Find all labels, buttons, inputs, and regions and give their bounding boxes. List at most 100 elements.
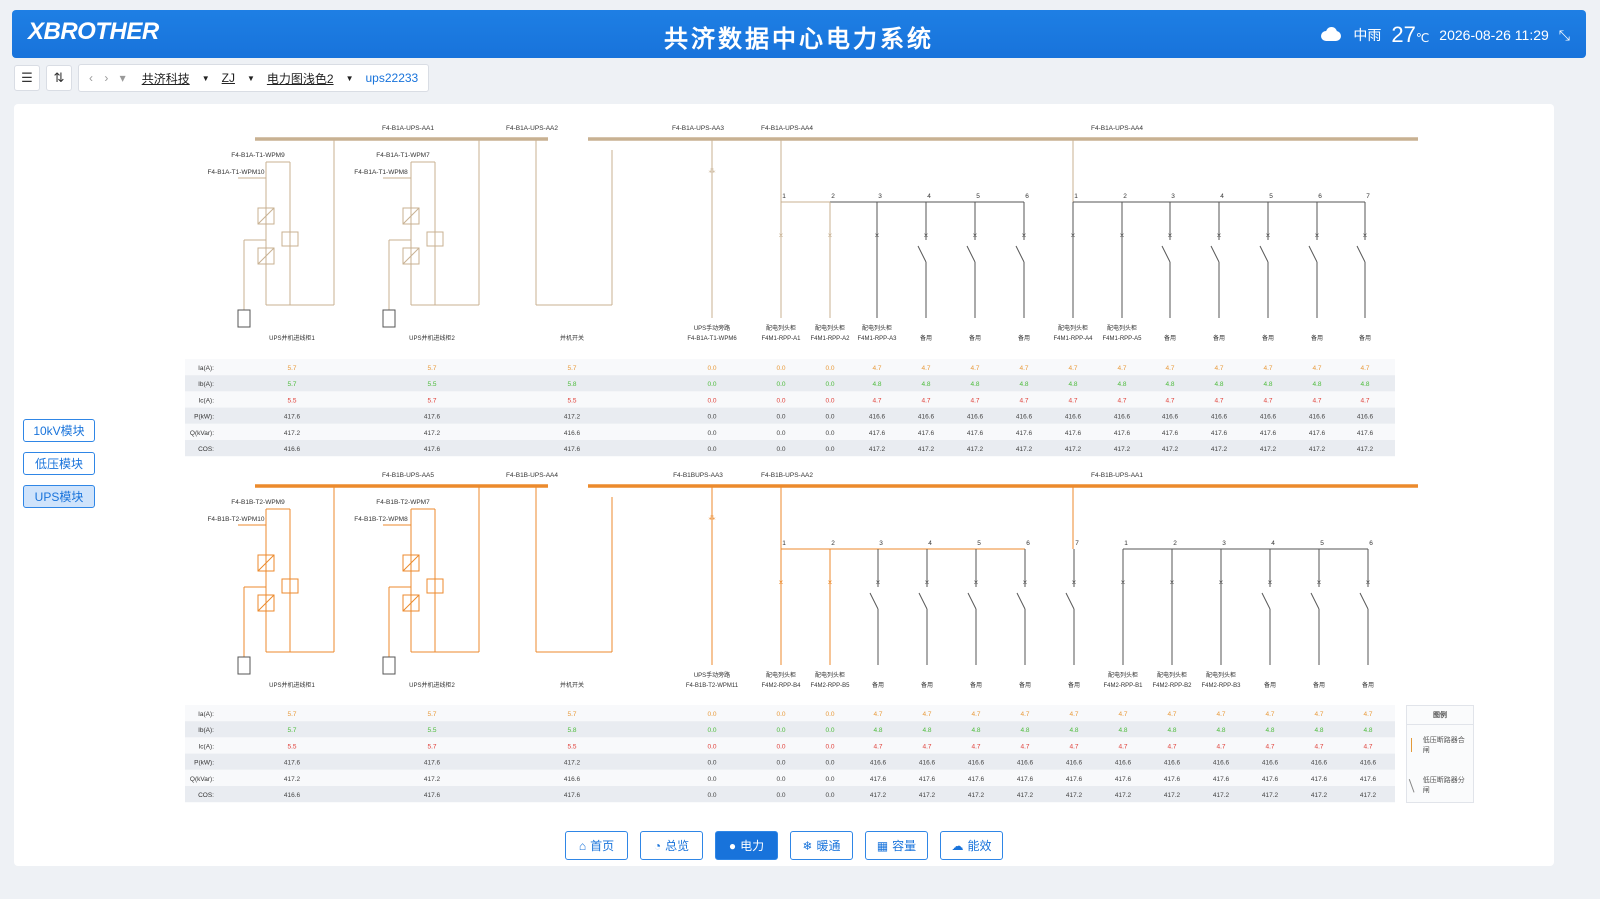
table-cell: 5.7 [567,711,576,718]
table-cell: 4.7 [921,397,930,404]
circuit-code: F4-B1A-T1-WPM6 [687,336,737,342]
table-cell: 4.7 [1069,711,1078,718]
table-cell: 417.2 [1016,446,1033,453]
table-cell: 4.8 [872,381,881,388]
table-cell: 417.2 [1017,792,1034,799]
table-cell: 0.0 [707,760,716,767]
table-cell: 5.5 [287,397,296,404]
table-cell: 5.8 [567,381,576,388]
branch-number: 5 [976,193,980,200]
breaker-open-icon [917,245,927,263]
bus-label: F4-B1A-UPS-AA1 [382,125,434,132]
table-cell: 417.2 [564,414,581,421]
table-cell: 4.7 [1117,365,1126,372]
table-cell: 4.8 [1314,727,1323,734]
table-cell: 416.6 [1360,760,1377,767]
power-diagram: F4-B1A-UPS-AA1 F4-B1A-UPS-AA2 F4-B1A-UPS-A… [185,125,1418,803]
table-cell: 416.6 [1213,760,1230,767]
table-cell: 417.2 [1162,446,1179,453]
table-cell: 0.0 [707,792,716,799]
table-cell: 4.8 [1216,727,1225,734]
table-cell: 417.6 [284,414,301,421]
table-cell: 416.6 [918,414,935,421]
breaker-closed-icon: × [1120,231,1125,240]
table-cell: 5.7 [287,727,296,734]
breaker-icon: × [1268,578,1273,587]
tab-ups-module[interactable]: UPS模块 [23,485,95,508]
nav-overview-button[interactable]: ◔ 总览 [640,831,703,860]
table-cell: 4.7 [1216,711,1225,718]
table-cell: 4.7 [922,711,931,718]
breaker-icon: × [924,231,929,240]
module-tabs: 10kV模块 低压模块 UPS模块 [23,419,95,508]
table-cell: 417.2 [1114,446,1131,453]
circuit-code: F4M2-RPP-B5 [810,683,850,689]
nav-power-button[interactable]: ● 电力 [715,831,778,860]
circuit-code: F4M1-RPP-A4 [1053,336,1093,342]
table-cell: 417.6 [1162,430,1179,437]
nav-efficiency-button[interactable]: ☁ 能效 [940,831,1003,860]
table-cell: 5.7 [287,365,296,372]
table-cell: 417.6 [424,760,441,767]
table-cell: 0.0 [707,743,716,750]
row-label: Ib(A): [198,381,214,388]
table-cell: 416.6 [1309,414,1326,421]
table-cell: 417.6 [1260,430,1277,437]
nav-capacity-button[interactable]: ▦ 容量 [865,831,928,860]
breaker-closed-icon: × [1121,578,1126,587]
table-cell: 416.6 [1065,414,1082,421]
table-cell: 0.0 [707,430,716,437]
table-cell: 4.8 [1068,381,1077,388]
breaker-closed-icon: × [1170,578,1175,587]
table-cell: 4.8 [1118,727,1127,734]
table-cell: 4.7 [1118,711,1127,718]
table-cell: 0.0 [707,776,716,783]
table-cell: 4.7 [1263,365,1272,372]
tab-low-voltage-module[interactable]: 低压模块 [23,452,95,475]
nav-home-button[interactable]: ⌂ 首页 [565,831,628,860]
branch-number: 1 [782,193,786,200]
table-cell: 4.8 [1265,727,1274,734]
table-cell: 5.7 [427,365,436,372]
table-cell: 4.7 [1263,397,1272,404]
table-cell: 417.2 [564,760,581,767]
table-cell: 416.6 [284,446,301,453]
table-cell: 4.7 [1363,743,1372,750]
circuit-name: 备用 [970,681,982,689]
table-cell: 417.2 [1357,446,1374,453]
table-cell: 417.2 [1311,792,1328,799]
branch-number: 3 [878,193,882,200]
table-cell: 0.0 [776,727,785,734]
table-cell: 0.0 [825,414,834,421]
table-cell: 4.7 [1314,711,1323,718]
table-cell: 4.8 [1069,727,1078,734]
table-cell: 0.0 [776,414,785,421]
branch-number: 4 [1220,193,1224,200]
table-cell: 5.5 [427,727,436,734]
table-cell: 416.6 [967,414,984,421]
table-cell: 416.6 [564,776,581,783]
table-cell: 417.6 [918,430,935,437]
circuit-name: UPS并机进线柜2 [409,681,455,689]
breaker-icon: × [1315,231,1320,240]
wpm-label: F4-B1A-T1-WPM10 [207,169,264,176]
tab-10kv-module[interactable]: 10kV模块 [23,419,95,442]
table-cell: 0.0 [707,711,716,718]
table-cell: 4.8 [921,381,930,388]
breaker-closed-icon: × [1071,231,1076,240]
wpm-label: F4-B1B-T2-WPM10 [207,516,264,523]
table-cell: 4.7 [1363,711,1372,718]
circuit-name: 备用 [1018,334,1030,342]
table-cell: 417.6 [1357,430,1374,437]
row-label: Ic(A): [198,397,214,404]
table-cell: 416.6 [1357,414,1374,421]
table-cell: 4.8 [1165,381,1174,388]
table-cell: 4.7 [1167,743,1176,750]
nav-hvac-button[interactable]: ❄ 暖通 [790,831,853,860]
table-cell: 417.2 [1211,446,1228,453]
table-cell: 4.8 [1167,727,1176,734]
table-cell: 4.7 [1265,743,1274,750]
branch-number: 2 [831,540,835,547]
circuit-code: F4M2-RPP-B1 [1103,683,1143,689]
circuit-name: 备用 [1313,681,1325,689]
